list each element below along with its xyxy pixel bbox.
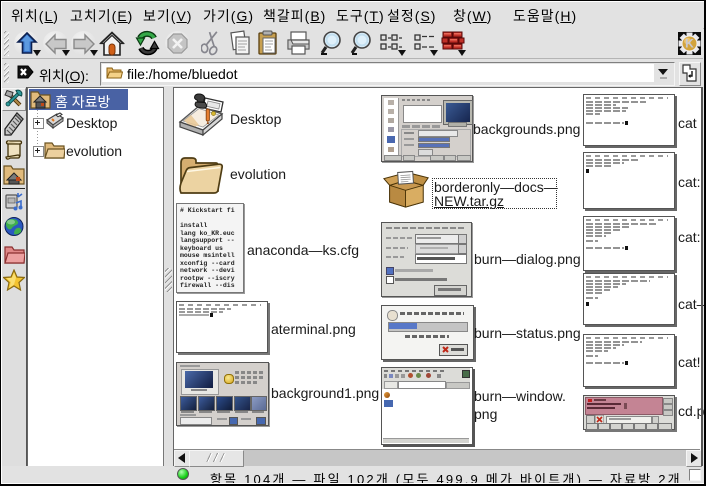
svg-text:K: K (685, 37, 694, 51)
